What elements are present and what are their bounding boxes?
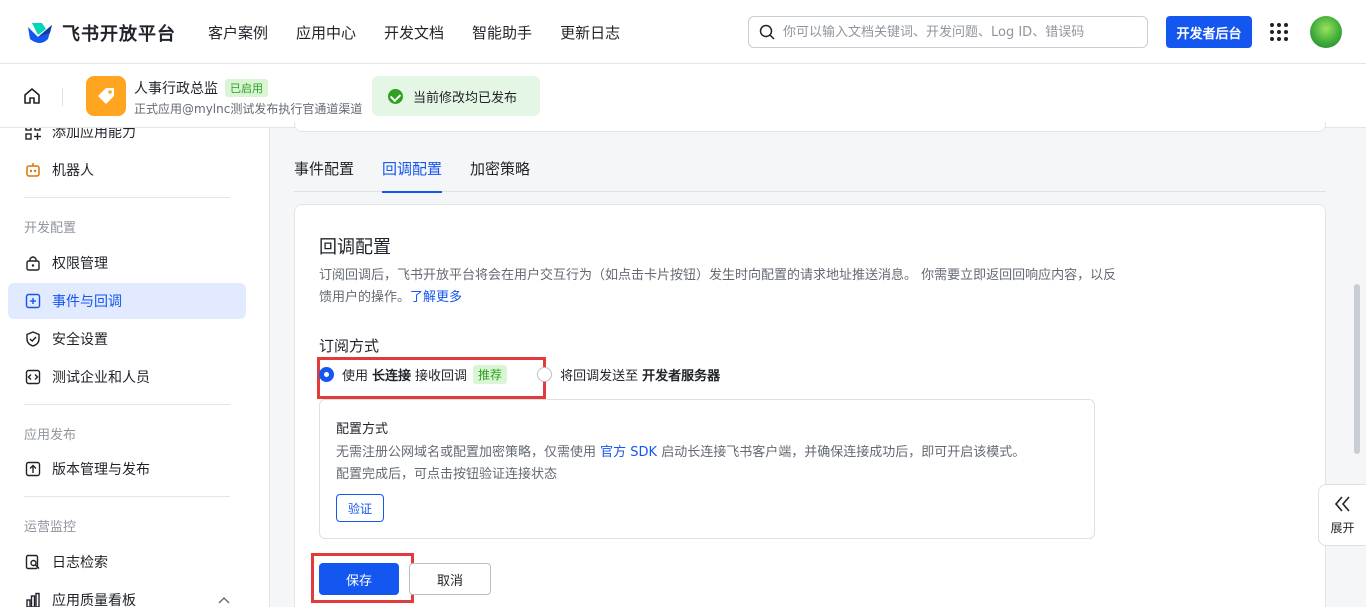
card-description: 订阅回调后，飞书开放平台将会在用户交互行为（如点击卡片按钮）发生时向配置的请求地… bbox=[319, 265, 1119, 309]
sidebar-divider bbox=[24, 404, 230, 405]
option-developer-server[interactable]: 将回调发送至 开发者服务器 bbox=[537, 365, 724, 384]
expand-label: 展开 bbox=[1330, 520, 1355, 535]
main-nav: 客户案例 应用中心 开发文档 智能助手 更新日志 bbox=[208, 0, 648, 64]
brand-name: 飞书开放平台 bbox=[62, 24, 176, 45]
nav-item-assistant[interactable]: 智能助手 bbox=[472, 22, 532, 43]
learn-more-link[interactable]: 了解更多 bbox=[410, 290, 462, 305]
config-tabs: 事件配置 回调配置 加密策略 bbox=[294, 154, 1326, 193]
nav-item-changelog[interactable]: 更新日志 bbox=[560, 22, 620, 43]
sidebar-divider bbox=[24, 496, 230, 497]
feishu-logo-icon bbox=[28, 23, 52, 43]
header-divider bbox=[62, 88, 63, 106]
sidebar-item-label: 应用质量看板 bbox=[52, 593, 136, 607]
home-icon[interactable] bbox=[22, 86, 42, 106]
avatar[interactable] bbox=[1310, 16, 1342, 48]
search-input[interactable] bbox=[783, 24, 1143, 40]
sidebar-item-label: 日志检索 bbox=[52, 555, 108, 571]
option2-pre: 将回调发送至 bbox=[560, 369, 639, 384]
config-method-box: 配置方式 无需注册公网域名或配置加密策略，仅需使用 官方 SDK 启动长连接飞书… bbox=[319, 399, 1095, 539]
apps-grid-icon[interactable] bbox=[1270, 23, 1288, 41]
publish-status-text: 当前修改均已发布 bbox=[413, 90, 518, 106]
nav-item-docs[interactable]: 开发文档 bbox=[384, 22, 444, 43]
tab-callback-config[interactable]: 回调配置 bbox=[382, 154, 443, 193]
publish-status-banner: 当前修改均已发布 bbox=[372, 76, 540, 116]
sidebar-group-dev-config: 开发配置 bbox=[24, 221, 77, 236]
sidebar-item-version-publish[interactable]: 版本管理与发布 bbox=[8, 451, 246, 487]
sidebar-item-label: 权限管理 bbox=[52, 256, 108, 272]
event-icon bbox=[24, 292, 42, 310]
check-circle-icon bbox=[388, 88, 403, 104]
sidebar-item-label: 添加应用能力 bbox=[52, 128, 136, 141]
sidebar-item-log-search[interactable]: 日志检索 bbox=[8, 544, 246, 580]
subscribe-method-options: 使用 长连接 接收回调 推荐 将回调发送至 开发者服务器 bbox=[317, 357, 724, 399]
sidebar-item-label: 机器人 bbox=[52, 163, 94, 179]
sidebar-group-publish: 应用发布 bbox=[24, 428, 77, 443]
double-chevron-left-icon bbox=[1334, 495, 1350, 512]
chevron-up-icon[interactable] bbox=[218, 596, 230, 604]
sidebar-item-quality-dashboard[interactable]: 应用质量看板 bbox=[8, 582, 246, 607]
code-icon bbox=[24, 368, 42, 386]
callback-config-card: 回调配置 订阅回调后，飞书开放平台将会在用户交互行为（如点击卡片按钮）发生时向配… bbox=[294, 204, 1326, 607]
upload-icon bbox=[24, 460, 42, 478]
sidebar-item-label: 安全设置 bbox=[52, 332, 108, 348]
tab-encryption[interactable]: 加密策略 bbox=[470, 154, 530, 192]
sidebar-item-robot[interactable]: 机器人 bbox=[8, 152, 246, 188]
card-title: 回调配置 bbox=[319, 237, 391, 258]
robot-icon bbox=[24, 161, 42, 179]
search-icon bbox=[759, 24, 775, 40]
brand-logo[interactable]: 飞书开放平台 bbox=[26, 20, 176, 46]
main-content: 事件配置 回调配置 加密策略 回调配置 订阅回调后，飞书开放平台将会在用户交互行… bbox=[270, 122, 1350, 607]
save-button[interactable]: 保存 bbox=[319, 563, 399, 595]
config-line2: 配置完成后，可点击按钮验证连接状态 bbox=[336, 467, 558, 482]
apps-add-icon bbox=[24, 128, 42, 141]
sidebar-item-label: 事件与回调 bbox=[52, 294, 122, 310]
scrollbar[interactable] bbox=[1354, 284, 1360, 454]
sidebar-item-add-capability[interactable]: 添加应用能力 bbox=[8, 128, 246, 150]
config-line1-pre: 无需注册公网域名或配置加密策略，仅需使用 bbox=[336, 445, 597, 460]
highlight-box bbox=[317, 357, 546, 399]
cancel-button[interactable]: 取消 bbox=[409, 563, 491, 595]
sidebar-group-monitoring: 运营监控 bbox=[24, 520, 77, 535]
sidebar-item-events-callbacks[interactable]: 事件与回调 bbox=[8, 283, 246, 319]
tag-icon bbox=[98, 88, 114, 104]
search-box[interactable] bbox=[748, 16, 1148, 48]
app-icon bbox=[86, 76, 126, 116]
chart-icon bbox=[24, 591, 42, 607]
lock-icon bbox=[24, 254, 42, 272]
shield-icon bbox=[24, 330, 42, 348]
sidebar-item-security[interactable]: 安全设置 bbox=[8, 321, 246, 357]
sidebar-divider bbox=[24, 197, 230, 198]
sidebar-item-label: 版本管理与发布 bbox=[52, 462, 150, 478]
nav-item-cases[interactable]: 客户案例 bbox=[208, 22, 268, 43]
sidebar: 添加应用能力 机器人 开发配置 权限管理 事件与回调 安全设置 测试企业和人员 … bbox=[0, 128, 270, 607]
official-sdk-link[interactable]: 官方 SDK bbox=[600, 445, 657, 460]
radio-developer-server[interactable] bbox=[537, 367, 553, 382]
log-search-icon bbox=[24, 553, 42, 571]
developer-console-button[interactable]: 开发者后台 bbox=[1166, 16, 1252, 48]
config-method-description: 无需注册公网域名或配置加密策略，仅需使用 官方 SDK 启动长连接飞书客户端，并… bbox=[336, 442, 1086, 486]
config-method-title: 配置方式 bbox=[336, 422, 389, 437]
sidebar-item-test-enterprise[interactable]: 测试企业和人员 bbox=[8, 359, 246, 395]
nav-item-app-center[interactable]: 应用中心 bbox=[296, 22, 356, 43]
radio-long-connection[interactable] bbox=[319, 367, 334, 382]
expand-panel-button[interactable]: 展开 bbox=[1318, 484, 1366, 546]
previous-card-edge bbox=[294, 122, 1326, 132]
app-subtitle: 正式应用@mylnc测试发布执行官通道渠道 bbox=[134, 102, 363, 116]
top-nav-bar: 飞书开放平台 客户案例 应用中心 开发文档 智能助手 更新日志 开发者后台 bbox=[0, 0, 1366, 64]
app-name: 人事行政总监 bbox=[134, 81, 218, 97]
subscribe-method-title: 订阅方式 bbox=[319, 337, 380, 355]
tab-event-config[interactable]: 事件配置 bbox=[294, 154, 354, 192]
config-line1-post: 启动长连接飞书客户端，并确保连接成功后，即可开启该模式。 bbox=[661, 445, 1026, 460]
verify-button[interactable]: 验证 bbox=[336, 494, 384, 522]
option2-bold: 开发者服务器 bbox=[642, 369, 721, 384]
app-status-badge: 已启用 bbox=[225, 79, 268, 97]
sidebar-item-label: 测试企业和人员 bbox=[52, 370, 150, 386]
sidebar-item-permissions[interactable]: 权限管理 bbox=[8, 245, 246, 281]
